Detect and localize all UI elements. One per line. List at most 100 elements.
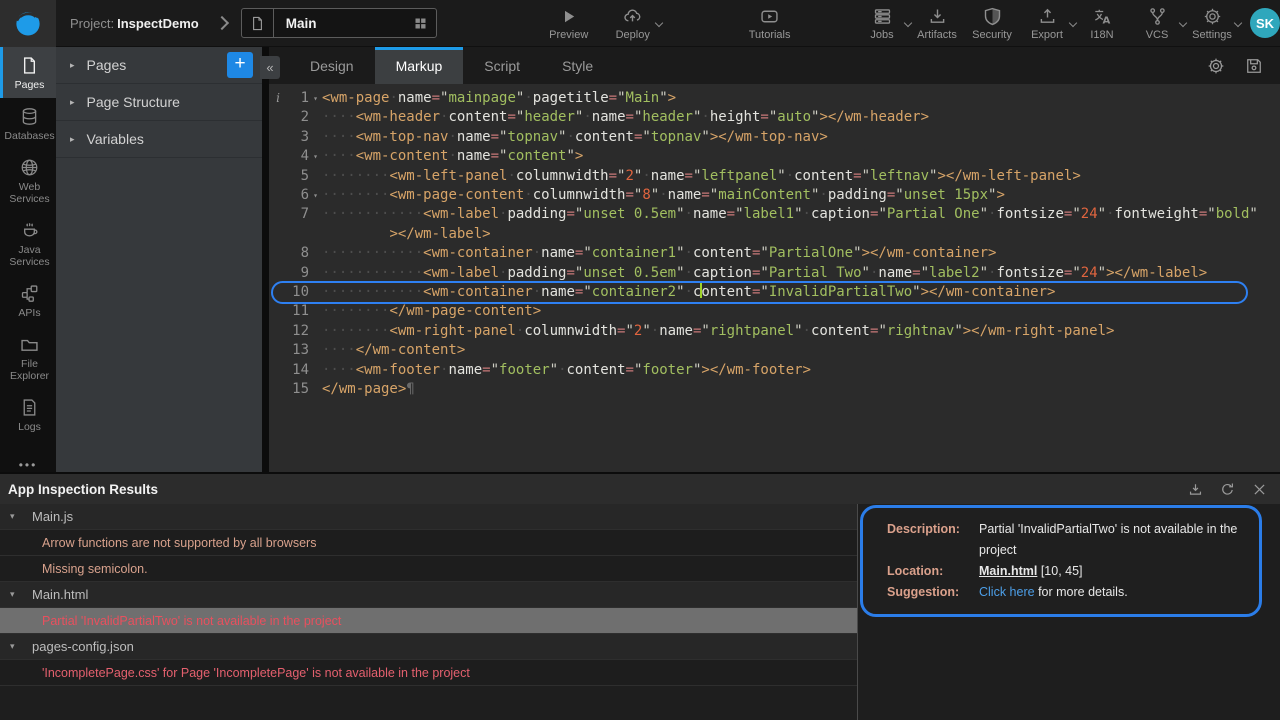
markup-code-editor[interactable]: i1▾<wm-page·name="mainpage"·pagetitle="M… (269, 84, 1280, 472)
expand-arrow-icon[interactable]: ▸ (70, 97, 75, 108)
rail-item-web-services[interactable]: Web Services (0, 149, 56, 212)
tab-design[interactable]: Design (289, 47, 375, 84)
i18n-button[interactable]: I18N (1082, 5, 1122, 41)
issue-row[interactable]: Missing semicolon. (0, 556, 857, 582)
jobs-button[interactable]: Jobs (862, 5, 902, 41)
code-text[interactable]: ········<wm-right-panel·columnwidth="2"·… (322, 322, 1280, 341)
globe-icon (19, 157, 40, 178)
chevron-right-icon (215, 16, 229, 30)
settings-button[interactable]: Settings (1192, 5, 1232, 41)
line-number: 2 (287, 108, 309, 127)
editor-tabs: DesignMarkupScriptStyle (289, 47, 614, 84)
security-button[interactable]: Security (972, 5, 1012, 41)
gutter-spacer (269, 264, 287, 283)
panel-section-page-structure[interactable]: ▸ Page Structure (56, 84, 262, 121)
code-text[interactable]: ············<wm-label·padding="unset 0.5… (322, 264, 1280, 283)
suggestion-click-here-link[interactable]: Click here (979, 585, 1035, 599)
collapse-arrow-icon[interactable]: ▾ (10, 589, 24, 600)
editor-settings-gear-icon[interactable] (1206, 56, 1226, 76)
export-button[interactable]: Export (1027, 5, 1067, 41)
panel-splitter[interactable] (262, 47, 269, 472)
vcs-button[interactable]: VCS (1137, 5, 1177, 41)
panel-section-pages[interactable]: ▸Pages+ (56, 47, 262, 84)
code-text[interactable]: ········</wm-page-content> (322, 302, 1280, 321)
user-avatar[interactable]: SK (1250, 8, 1280, 38)
panel-section-label: Page Structure (87, 94, 180, 110)
rail-item-java-services[interactable]: Java Services (0, 212, 56, 275)
project-title: Project:InspectDemo (70, 16, 199, 31)
location-file-link[interactable]: Main.html (979, 564, 1037, 578)
code-line-8: 8············<wm-container·name="contain… (269, 244, 1280, 263)
code-text[interactable]: </wm-page>¶ (322, 380, 1280, 399)
close-panel-icon[interactable] (1251, 481, 1268, 498)
fold-spacer (309, 322, 322, 341)
preview-label: Preview (549, 29, 588, 41)
app-logo[interactable] (0, 0, 56, 47)
artifacts-button[interactable]: Artifacts (917, 5, 957, 41)
issue-file-row[interactable]: ▾Main.html (0, 582, 857, 608)
panel-section-variables[interactable]: ▸Variables (56, 121, 262, 158)
code-line-11: 11········</wm-page-content> (269, 302, 1280, 321)
download-results-icon[interactable] (1187, 481, 1204, 498)
issue-row[interactable]: Partial 'InvalidPartialTwo' is not avail… (0, 608, 857, 634)
rail-item-apis[interactable]: APIs (0, 275, 56, 326)
collapse-arrow-icon[interactable]: ▾ (10, 511, 24, 522)
rail-item-databases[interactable]: Databases (0, 98, 56, 149)
fold-arrow-icon[interactable]: ▾ (309, 89, 322, 108)
collapse-panel-button[interactable]: « (260, 56, 280, 79)
expand-arrow-icon[interactable]: ▸ (70, 134, 75, 145)
grid-icon[interactable] (406, 16, 436, 31)
git-branch-icon (1147, 6, 1168, 27)
gutter-spacer (269, 186, 287, 205)
code-line-3: 3····<wm-top-nav·name="topnav"·content="… (269, 128, 1280, 147)
issue-row[interactable]: Arrow functions are not supported by all… (0, 530, 857, 556)
code-text[interactable]: ····<wm-top-nav·name="topnav"·content="t… (322, 128, 1280, 147)
code-text[interactable]: ········<wm-page-content·columnwidth="8"… (322, 186, 1280, 205)
code-text[interactable]: ····<wm-header·content="header"·name="he… (322, 108, 1280, 127)
toolbar-left: Preview Deploy Tutorials (549, 5, 791, 41)
jobs-label: Jobs (870, 29, 893, 41)
fold-arrow-icon[interactable]: ▾ (309, 147, 322, 166)
tutorials-button[interactable]: Tutorials (749, 5, 791, 41)
issue-text: Partial 'InvalidPartialTwo' is not avail… (42, 614, 341, 628)
code-line-12: 12········<wm-right-panel·columnwidth="2… (269, 322, 1280, 341)
issue-row[interactable]: 'IncompletePage.css' for Page 'Incomplet… (0, 660, 857, 686)
rail-item-logs[interactable]: Logs (0, 389, 56, 440)
collapse-arrow-icon[interactable]: ▾ (10, 641, 24, 652)
line-number: 10 (287, 283, 309, 302)
gutter-spacer (269, 108, 287, 127)
code-text[interactable]: ····</wm-content> (322, 341, 1280, 360)
refresh-results-icon[interactable] (1219, 481, 1236, 498)
play-icon (558, 6, 579, 27)
code-text[interactable]: <wm-page·name="mainpage"·pagetitle="Main… (322, 89, 1280, 108)
issue-file-row[interactable]: ▾Main.js (0, 504, 857, 530)
line-number: 7 (287, 205, 309, 244)
description-label: Description: (887, 519, 979, 561)
code-text[interactable]: ····<wm-content·name="content"> (322, 147, 1280, 166)
code-text[interactable]: ····<wm-footer·name="footer"·content="fo… (322, 361, 1280, 380)
add-page-button[interactable]: + (227, 52, 253, 78)
page-selector[interactable]: Main (241, 8, 437, 38)
save-icon[interactable] (1244, 56, 1264, 76)
tab-style[interactable]: Style (541, 47, 614, 84)
tab-script[interactable]: Script (463, 47, 541, 84)
fold-arrow-icon[interactable]: ▾ (309, 186, 322, 205)
deploy-button[interactable]: Deploy (613, 5, 653, 41)
code-text[interactable]: ············<wm-container·name="containe… (322, 244, 1280, 263)
fold-spacer (309, 361, 322, 380)
workspace: PagesDatabasesWeb ServicesJava ServicesA… (0, 47, 1280, 472)
rail-more-button[interactable]: ••• (0, 458, 56, 472)
gutter-spacer (269, 128, 287, 147)
expand-arrow-icon[interactable]: ▸ (70, 60, 75, 71)
code-text[interactable]: ········<wm-left-panel·columnwidth="2"·n… (322, 167, 1280, 186)
rail-item-file-explorer[interactable]: File Explorer (0, 326, 56, 389)
gutter-info-icon: i (269, 89, 287, 108)
code-text[interactable]: ············<wm-label·padding="unset 0.5… (322, 205, 1280, 244)
fold-spacer (309, 167, 322, 186)
code-text[interactable]: ············<wm-container·name="containe… (322, 283, 1280, 302)
rail-item-pages[interactable]: Pages (0, 47, 56, 98)
preview-button[interactable]: Preview (549, 5, 589, 41)
code-line-5: 5········<wm-left-panel·columnwidth="2"·… (269, 167, 1280, 186)
issue-file-row[interactable]: ▾pages-config.json (0, 634, 857, 660)
tab-markup[interactable]: Markup (375, 47, 464, 84)
